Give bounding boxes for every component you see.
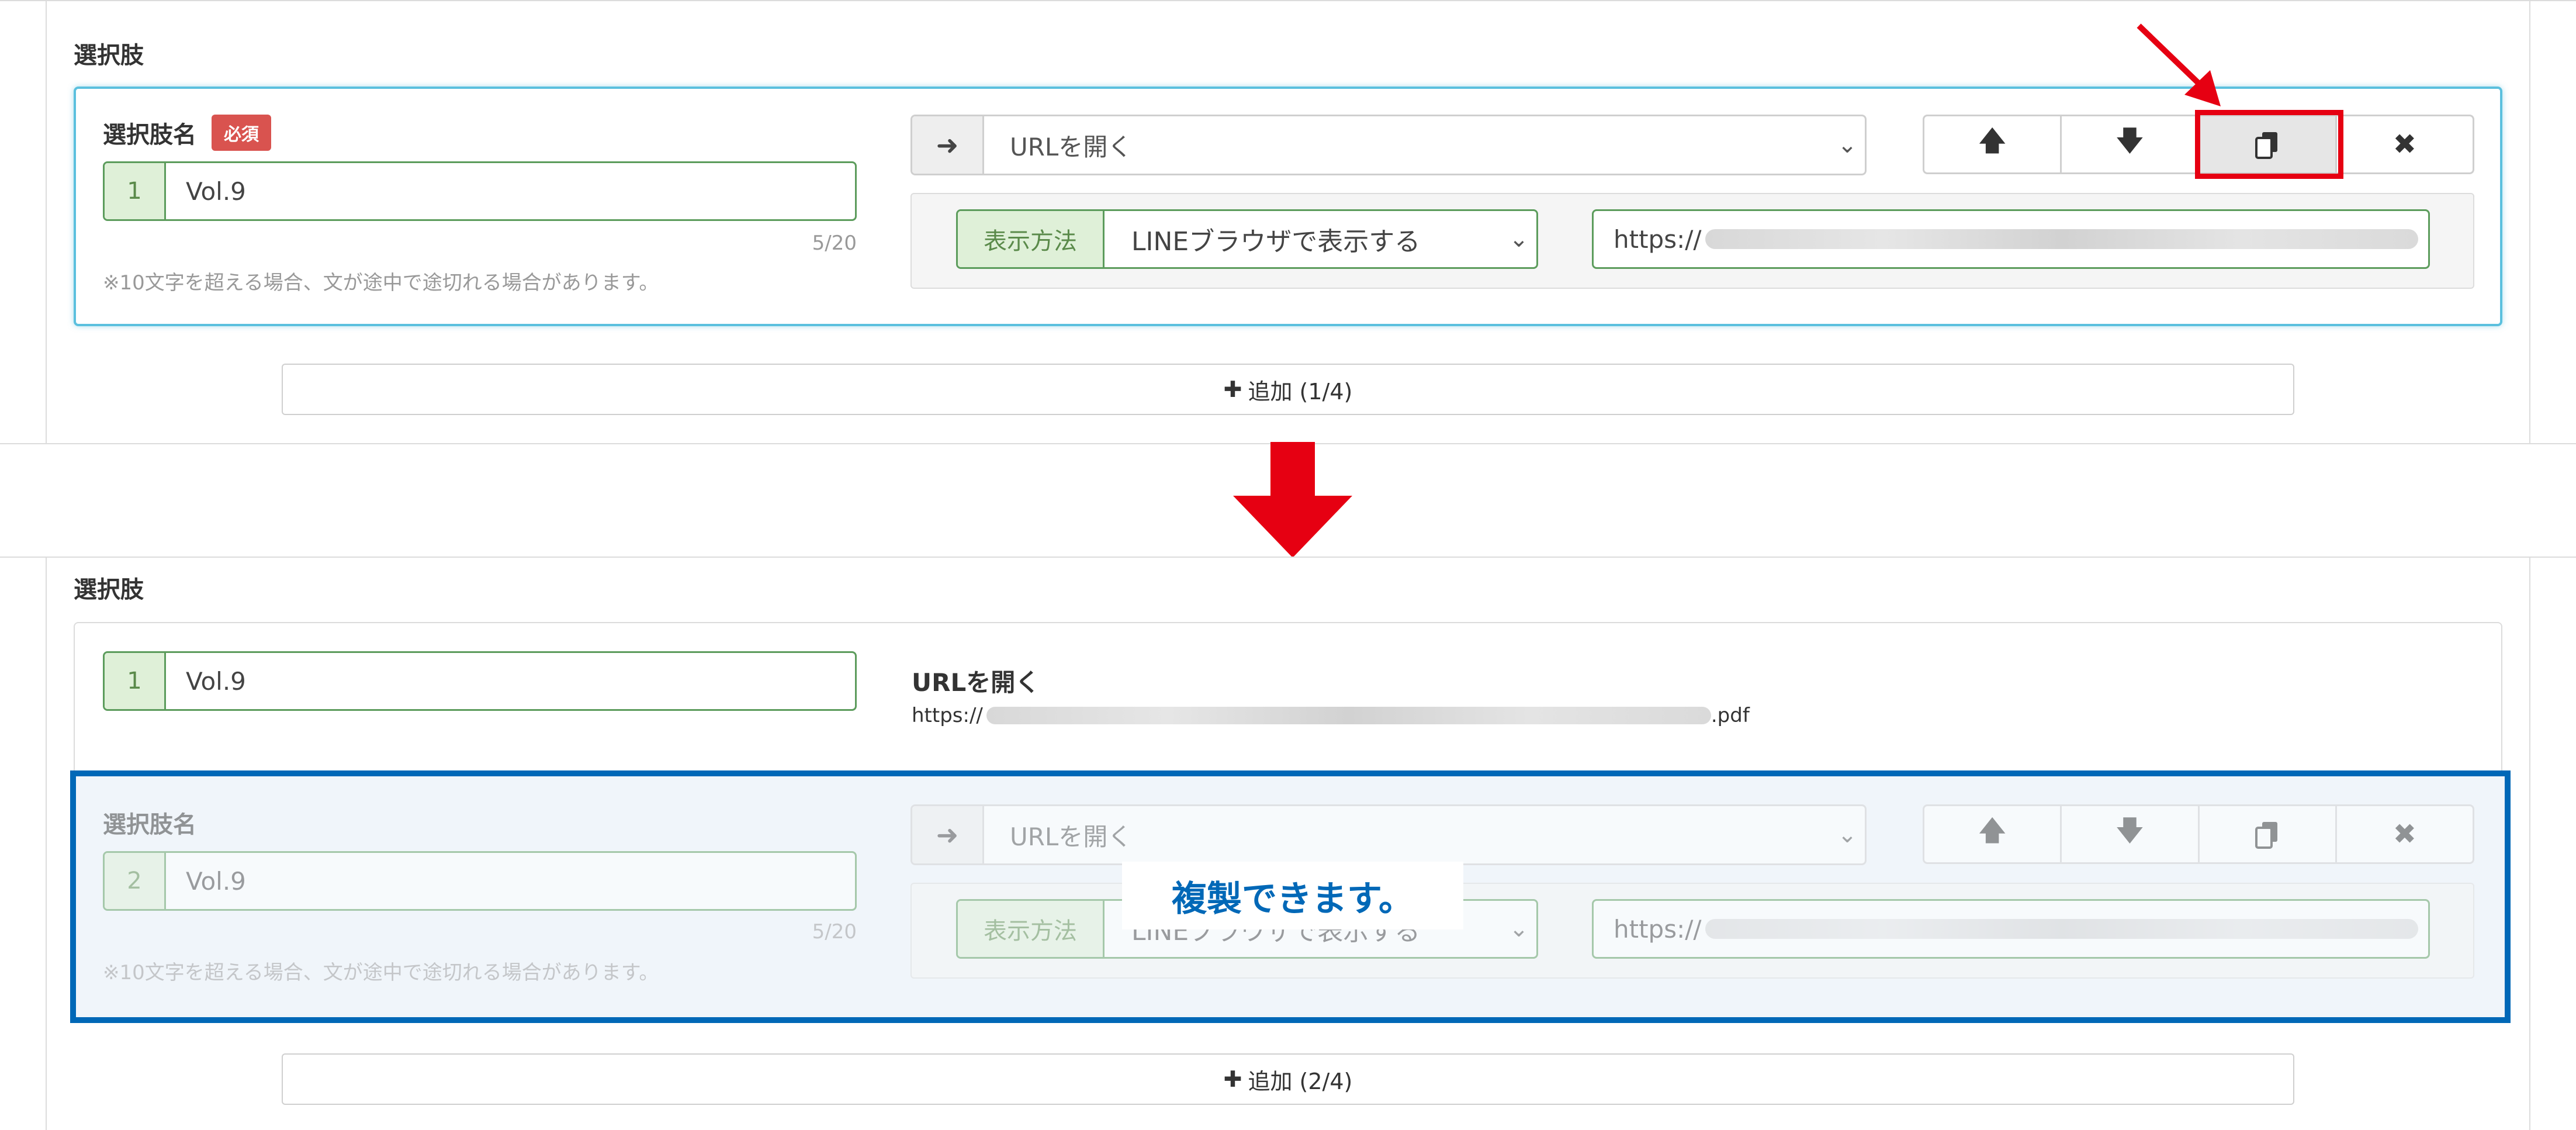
add-choice-label: 追加 (1/4) — [1248, 378, 1353, 405]
length-note: ※10文字を超える場合、文が途中で途切れる場合があります。 — [103, 271, 659, 295]
top-choice-name-field[interactable]: 1 Vol.9 — [103, 161, 857, 221]
chevron-down-icon: ⌄ — [1509, 226, 1529, 253]
duplicate-callout: 複製できます。 — [1122, 862, 1463, 929]
chevron-down-icon: ⌄ — [1837, 132, 1857, 158]
duplicate-callout-text: 複製できます。 — [1172, 878, 1414, 920]
char-counter: 5/20 — [812, 231, 857, 255]
summary-url-prefix: https:// — [912, 704, 983, 727]
action-type-select[interactable]: ➜ URLを開く ⌄ — [910, 115, 1867, 175]
choice-name-value: Vol.9 — [186, 666, 246, 696]
display-method-value: LINEブラウザで表示する — [1131, 227, 1421, 257]
close-icon: ✖ — [2393, 128, 2416, 161]
url-redacted — [1705, 229, 2418, 249]
duplicate-highlight-box — [2195, 110, 2343, 179]
top-choice-label: 選択肢名 — [103, 122, 196, 148]
bottom-panel-right-rule — [2529, 557, 2530, 1130]
choice-index: 1 — [105, 653, 166, 709]
top-panel-right-rule — [2529, 0, 2530, 444]
move-down-button[interactable]: 🡇 — [2062, 116, 2200, 172]
add-choice-button[interactable]: ✚ 追加 (2/4) — [282, 1053, 2294, 1105]
transition-arrow — [1233, 442, 1352, 558]
choice-name-value: Vol.9 — [186, 177, 246, 206]
action-type-value: URLを開く — [1010, 132, 1133, 161]
required-badge: 必須 — [212, 115, 271, 151]
url-redacted — [986, 707, 1711, 724]
display-method-label: 表示方法 — [958, 211, 1105, 267]
arrow-up-icon: 🡅 — [1978, 124, 2007, 157]
display-method-select[interactable]: 表示方法 LINEブラウザで表示する ⌄ — [956, 209, 1538, 269]
choice-index: 1 — [105, 163, 166, 219]
arrow-down-icon: 🡇 — [2115, 124, 2145, 157]
add-choice-button[interactable]: ✚ 追加 (1/4) — [282, 364, 2294, 415]
summary-url-suffix: .pdf — [1711, 704, 1750, 727]
arrow-right-icon: ➜ — [912, 116, 984, 174]
url-prefix: https:// — [1614, 224, 1702, 254]
summary-action-title: URLを開く — [912, 668, 1040, 697]
top-panel-left-rule — [46, 0, 47, 444]
delete-button[interactable]: ✖ — [2337, 116, 2473, 172]
url-input[interactable]: https:// — [1592, 209, 2430, 269]
move-up-button[interactable]: 🡅 — [1924, 116, 2062, 172]
add-choice-label: 追加 (2/4) — [1248, 1068, 1353, 1094]
summary-choice-name: 1 Vol.9 — [103, 651, 857, 711]
pointer-arrow — [2137, 23, 2221, 106]
bottom-panel-left-rule — [46, 557, 47, 1130]
top-section-title: 選択肢 — [74, 42, 144, 69]
plus-icon: ✚ — [1223, 1066, 1242, 1092]
bottom-section-title: 選択肢 — [74, 576, 144, 603]
summary-url[interactable]: https:// .pdf — [912, 704, 1750, 727]
plus-icon: ✚ — [1223, 376, 1242, 402]
